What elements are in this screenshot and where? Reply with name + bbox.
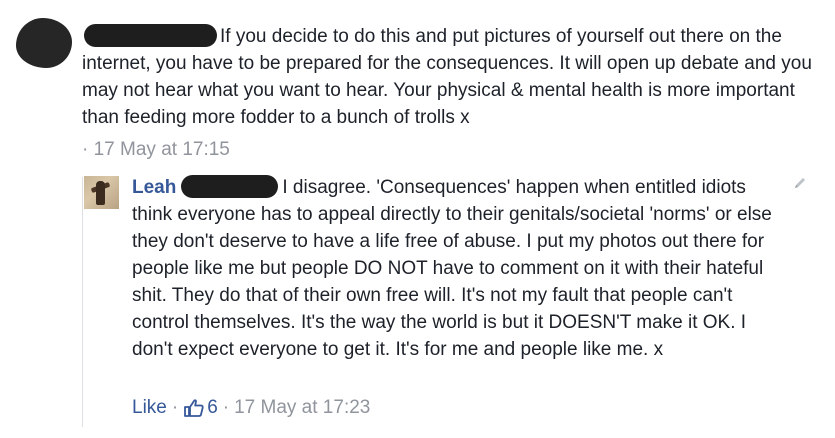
thumbs-up-icon[interactable] xyxy=(183,398,205,418)
meta-separator: · xyxy=(222,397,230,418)
like-count[interactable]: 6 xyxy=(207,395,218,421)
reply-author-name[interactable]: Leah xyxy=(132,177,176,198)
reply-comment: Leah I disagree. 'Consequences' happen wh… xyxy=(132,174,782,363)
like-button[interactable]: Like xyxy=(132,395,167,421)
reply-comment-text: I disagree. 'Consequences' happen when e… xyxy=(132,177,772,360)
commenter-avatar-redacted[interactable] xyxy=(16,18,72,68)
reply-author-surname-redacted[interactable] xyxy=(181,175,279,198)
reply-timestamp[interactable]: 17 May at 17:23 xyxy=(234,395,370,421)
main-comment-timestamp[interactable]: 17 May at 17:15 xyxy=(94,139,230,160)
meta-separator: · xyxy=(171,397,179,418)
commenter-name-redacted[interactable] xyxy=(84,24,217,47)
main-comment-meta: · 17 May at 17:15 xyxy=(82,137,230,163)
meta-separator: · xyxy=(82,139,89,160)
reply-avatar[interactable] xyxy=(84,176,119,209)
reply-meta: Like · 6 · 17 May at 17:23 xyxy=(132,395,370,421)
reply-thread-line xyxy=(82,177,83,427)
main-comment: If you decide to do this and put picture… xyxy=(82,23,822,131)
pencil-icon[interactable] xyxy=(793,176,807,190)
